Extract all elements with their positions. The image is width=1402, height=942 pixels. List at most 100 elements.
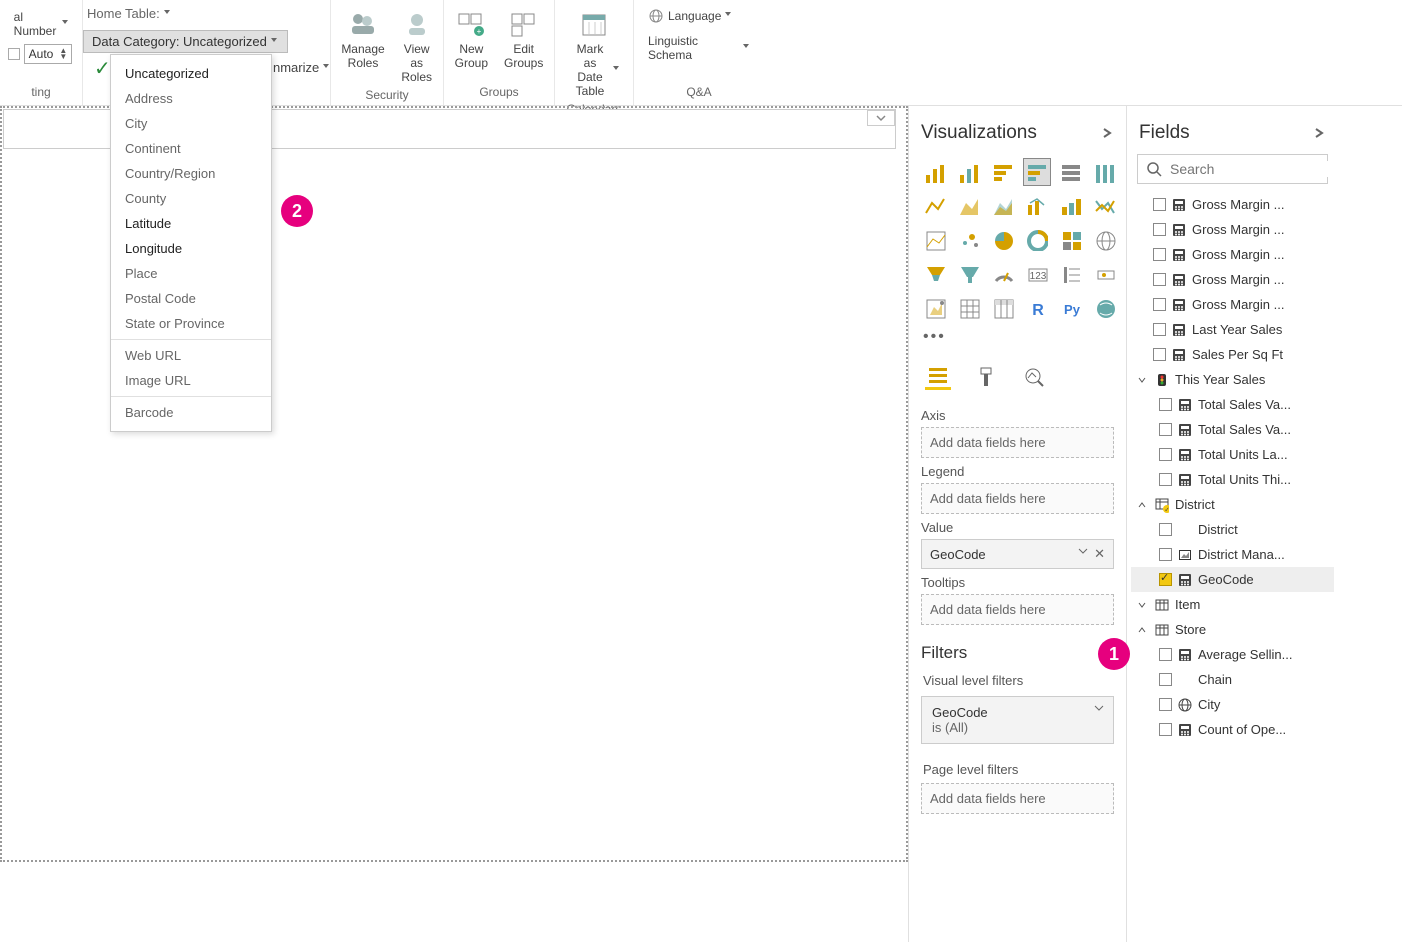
home-table-dropdown[interactable]: Home Table:	[87, 6, 172, 21]
field-table-row[interactable]: This Year Sales	[1131, 367, 1334, 392]
field-row[interactable]: Chain	[1131, 667, 1334, 692]
viz-type-icon[interactable]	[1091, 294, 1119, 322]
data-category-option[interactable]: Continent	[111, 136, 271, 161]
default-summarization-dropdown[interactable]: nmarize	[273, 60, 331, 75]
more-visuals-button[interactable]: •••	[909, 324, 1126, 350]
viz-type-icon[interactable]	[1057, 192, 1085, 220]
field-checkbox[interactable]	[1159, 723, 1172, 736]
viz-type-icon[interactable]	[955, 226, 983, 254]
data-category-option[interactable]: Image URL	[111, 368, 271, 393]
viz-type-icon[interactable]	[955, 192, 983, 220]
field-checkbox[interactable]	[1153, 248, 1166, 261]
field-table-row[interactable]: Item	[1131, 592, 1334, 617]
viz-type-icon[interactable]: Py	[1057, 294, 1085, 322]
field-row[interactable]: Gross Margin ...	[1131, 242, 1334, 267]
field-checkbox[interactable]	[1159, 573, 1172, 586]
field-checkbox[interactable]	[1159, 548, 1172, 561]
linguistic-schema-dropdown[interactable]: Linguistic Schema	[642, 32, 756, 64]
field-checkbox[interactable]	[1153, 223, 1166, 236]
expand-icon[interactable]	[1137, 375, 1149, 385]
value-well-field[interactable]: GeoCode ✕	[921, 539, 1114, 569]
viz-type-icon[interactable]	[1091, 192, 1119, 220]
chevron-down-icon[interactable]	[1093, 703, 1105, 713]
viz-type-icon[interactable]	[1057, 260, 1085, 288]
viz-type-icon[interactable]	[1091, 260, 1119, 288]
field-checkbox[interactable]	[1159, 473, 1172, 486]
field-row[interactable]: Total Sales Va...	[1131, 417, 1334, 442]
field-row[interactable]: Total Units La...	[1131, 442, 1334, 467]
page-filters-drop[interactable]: Add data fields here	[921, 783, 1114, 814]
field-checkbox[interactable]	[1159, 398, 1172, 411]
fields-search[interactable]	[1137, 154, 1328, 184]
viz-type-icon[interactable]	[921, 158, 949, 186]
viz-type-icon[interactable]	[955, 158, 983, 186]
viz-type-icon[interactable]	[1091, 158, 1119, 186]
expand-icon[interactable]	[1137, 625, 1149, 635]
language-dropdown[interactable]: Language	[642, 6, 739, 26]
data-category-option[interactable]: City	[111, 111, 271, 136]
field-row[interactable]: City	[1131, 692, 1334, 717]
data-category-option[interactable]: Barcode	[111, 400, 271, 425]
filter-card-geocode[interactable]: GeoCode is (All)	[921, 696, 1114, 744]
viz-type-icon[interactable]	[921, 226, 949, 254]
field-row[interactable]: Total Sales Va...	[1131, 392, 1334, 417]
viz-type-icon[interactable]	[1023, 192, 1051, 220]
field-checkbox[interactable]	[1153, 323, 1166, 336]
viz-type-icon[interactable]	[955, 294, 983, 322]
data-category-option[interactable]: Web URL	[111, 343, 271, 368]
data-category-option[interactable]: County	[111, 186, 271, 211]
viz-type-icon[interactable]	[1023, 226, 1051, 254]
field-row[interactable]: Count of Ope...	[1131, 717, 1334, 742]
remove-field-icon[interactable]: ✕	[1094, 546, 1105, 562]
field-checkbox[interactable]	[1153, 348, 1166, 361]
manage-roles-button[interactable]: Manage Roles	[335, 4, 390, 74]
chevron-down-icon[interactable]	[1078, 546, 1088, 562]
viz-type-icon[interactable]	[921, 260, 949, 288]
view-as-roles-button[interactable]: View as Roles	[395, 4, 439, 88]
field-row[interactable]: Gross Margin ...	[1131, 217, 1334, 242]
legend-well-drop[interactable]: Add data fields here	[921, 483, 1114, 514]
field-row[interactable]: District Mana...	[1131, 542, 1334, 567]
field-row[interactable]: Gross Margin ...	[1131, 292, 1334, 317]
visual-chevron-handle[interactable]	[867, 110, 895, 126]
viz-type-icon[interactable]	[1057, 158, 1085, 186]
tooltips-well-drop[interactable]: Add data fields here	[921, 594, 1114, 625]
field-row[interactable]: Total Units Thi...	[1131, 467, 1334, 492]
field-checkbox[interactable]	[1159, 523, 1172, 536]
data-category-dropdown[interactable]: Data Category: Uncategorized	[83, 30, 288, 53]
field-row[interactable]: GeoCode	[1131, 567, 1334, 592]
axis-well-drop[interactable]: Add data fields here	[921, 427, 1114, 458]
viz-type-icon[interactable]	[989, 158, 1017, 186]
field-row[interactable]: Average Sellin...	[1131, 642, 1334, 667]
expand-icon[interactable]	[1137, 600, 1149, 610]
field-row[interactable]: Last Year Sales	[1131, 317, 1334, 342]
data-category-option[interactable]: Longitude	[111, 236, 271, 261]
data-category-option[interactable]: State or Province	[111, 311, 271, 336]
fields-tab[interactable]	[925, 364, 951, 390]
data-category-option[interactable]: Country/Region	[111, 161, 271, 186]
field-table-row[interactable]: ✓District	[1131, 492, 1334, 517]
mark-date-table-button[interactable]: Mark as Date Table	[563, 4, 625, 102]
field-row[interactable]: Gross Margin ...	[1131, 267, 1334, 292]
decimal-auto-stepper[interactable]: Auto ▲▼	[24, 44, 73, 64]
viz-type-icon[interactable]	[921, 192, 949, 220]
field-checkbox[interactable]	[1159, 698, 1172, 711]
data-category-option[interactable]: Address	[111, 86, 271, 111]
field-row[interactable]: Sales Per Sq Ft	[1131, 342, 1334, 367]
field-checkbox[interactable]	[1159, 648, 1172, 661]
viz-type-icon[interactable]	[921, 294, 949, 322]
field-checkbox[interactable]	[1159, 448, 1172, 461]
new-group-button[interactable]: + New Group	[449, 4, 494, 74]
viz-type-icon[interactable]: R	[1023, 294, 1051, 322]
analytics-tab[interactable]	[1021, 364, 1047, 390]
field-checkbox[interactable]	[1153, 298, 1166, 311]
viz-type-icon[interactable]	[989, 226, 1017, 254]
field-table-row[interactable]: Store	[1131, 617, 1334, 642]
field-row[interactable]: Gross Margin ...	[1131, 192, 1334, 217]
viz-type-icon[interactable]	[989, 260, 1017, 288]
field-checkbox[interactable]	[1153, 198, 1166, 211]
viz-type-icon[interactable]	[1091, 226, 1119, 254]
field-checkbox[interactable]	[1153, 273, 1166, 286]
data-category-option[interactable]: Place	[111, 261, 271, 286]
format-dropdown[interactable]: al Number	[8, 8, 75, 40]
